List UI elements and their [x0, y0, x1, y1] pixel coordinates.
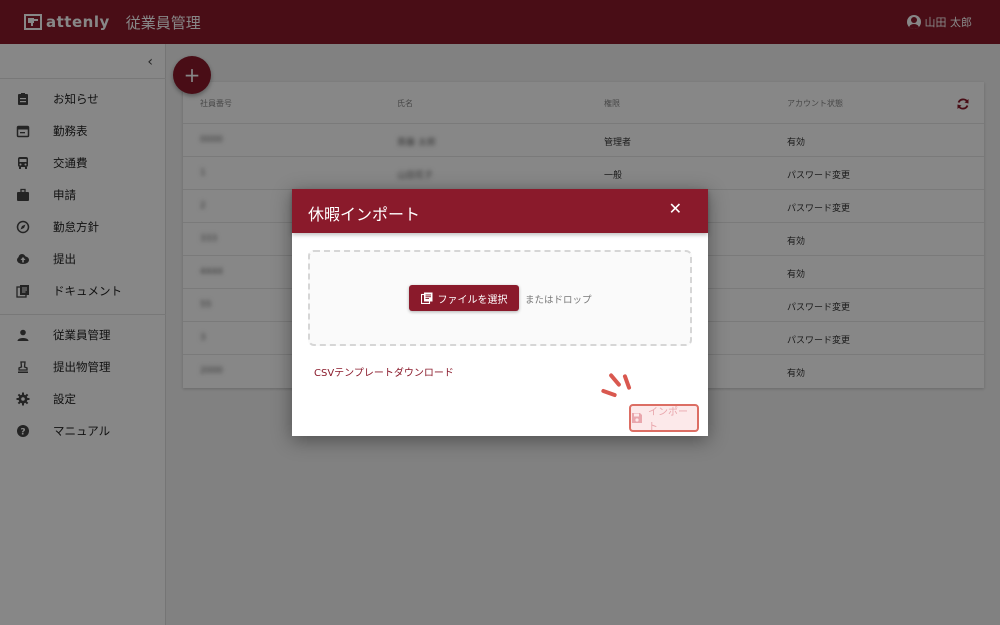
leave-import-dialog: 休暇インポート ✕ ファイルを選択 またはドロップ CSVテンプレートダウンロー… [292, 189, 708, 436]
file-drop-zone[interactable]: ファイルを選択 またはドロップ [308, 250, 692, 346]
close-icon[interactable]: ✕ [669, 201, 682, 217]
highlight-mark [600, 388, 618, 398]
import-label: インポート [648, 407, 688, 433]
dialog-title: 休暇インポート [308, 205, 421, 224]
library-icon [420, 292, 433, 305]
select-file-label: ファイルを選択 [437, 294, 508, 306]
select-file-button[interactable]: ファイルを選択 [409, 285, 519, 311]
import-button[interactable]: インポート [629, 404, 699, 433]
highlight-mark [622, 373, 632, 391]
highlight-mark [608, 372, 622, 388]
drop-hint: またはドロップ [525, 295, 592, 306]
save-icon [631, 412, 643, 424]
dialog-header: 休暇インポート ✕ [292, 189, 708, 233]
csv-template-download-link[interactable]: CSVテンプレートダウンロード [314, 364, 454, 379]
